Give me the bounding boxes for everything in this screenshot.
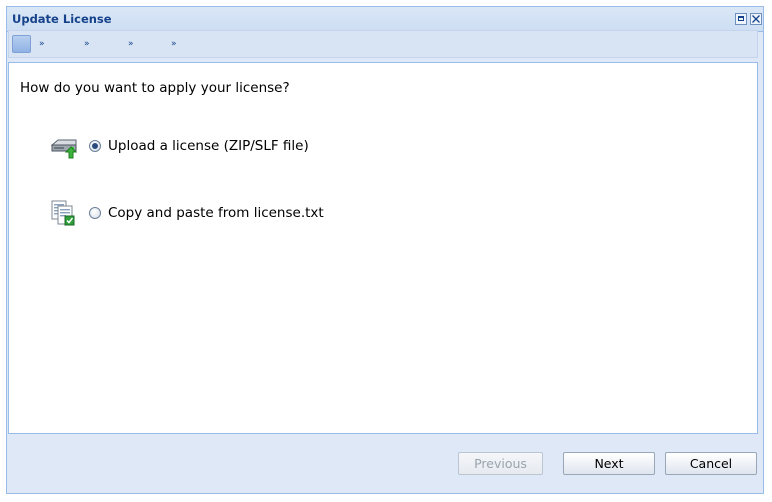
step-arrow-icon[interactable]: » (171, 39, 177, 57)
paste-license-radio[interactable] (89, 207, 101, 219)
license-question: How do you want to apply your license? (20, 80, 290, 96)
option-paste-license[interactable]: Copy and paste from license.txt (49, 200, 324, 226)
paste-license-label[interactable]: Copy and paste from license.txt (108, 205, 324, 221)
next-button[interactable]: Next (563, 452, 655, 475)
wizard-footer: Previous Next Cancel (8, 440, 758, 482)
upload-drive-icon (49, 133, 79, 159)
window-title: Update License (12, 12, 112, 26)
maximize-icon[interactable] (735, 13, 747, 25)
step-arrow-icon[interactable]: » (84, 39, 90, 57)
previous-button[interactable]: Previous (458, 452, 543, 475)
step-arrow-icon[interactable]: » (128, 39, 134, 57)
wizard-content-panel: How do you want to apply your license? U… (8, 62, 758, 434)
option-upload-license[interactable]: Upload a license (ZIP/SLF file) (49, 133, 309, 159)
cancel-button[interactable]: Cancel (665, 452, 757, 475)
window-titlebar[interactable]: Update License (7, 7, 763, 32)
upload-license-radio[interactable] (89, 140, 101, 152)
upload-license-label[interactable]: Upload a license (ZIP/SLF file) (108, 138, 309, 154)
step-arrow-icon[interactable]: » (39, 39, 45, 57)
wizard-step-current[interactable] (12, 35, 31, 53)
paste-document-icon (49, 200, 79, 226)
wizard-step-bar: » » » » (8, 30, 758, 58)
close-icon[interactable] (750, 13, 762, 25)
